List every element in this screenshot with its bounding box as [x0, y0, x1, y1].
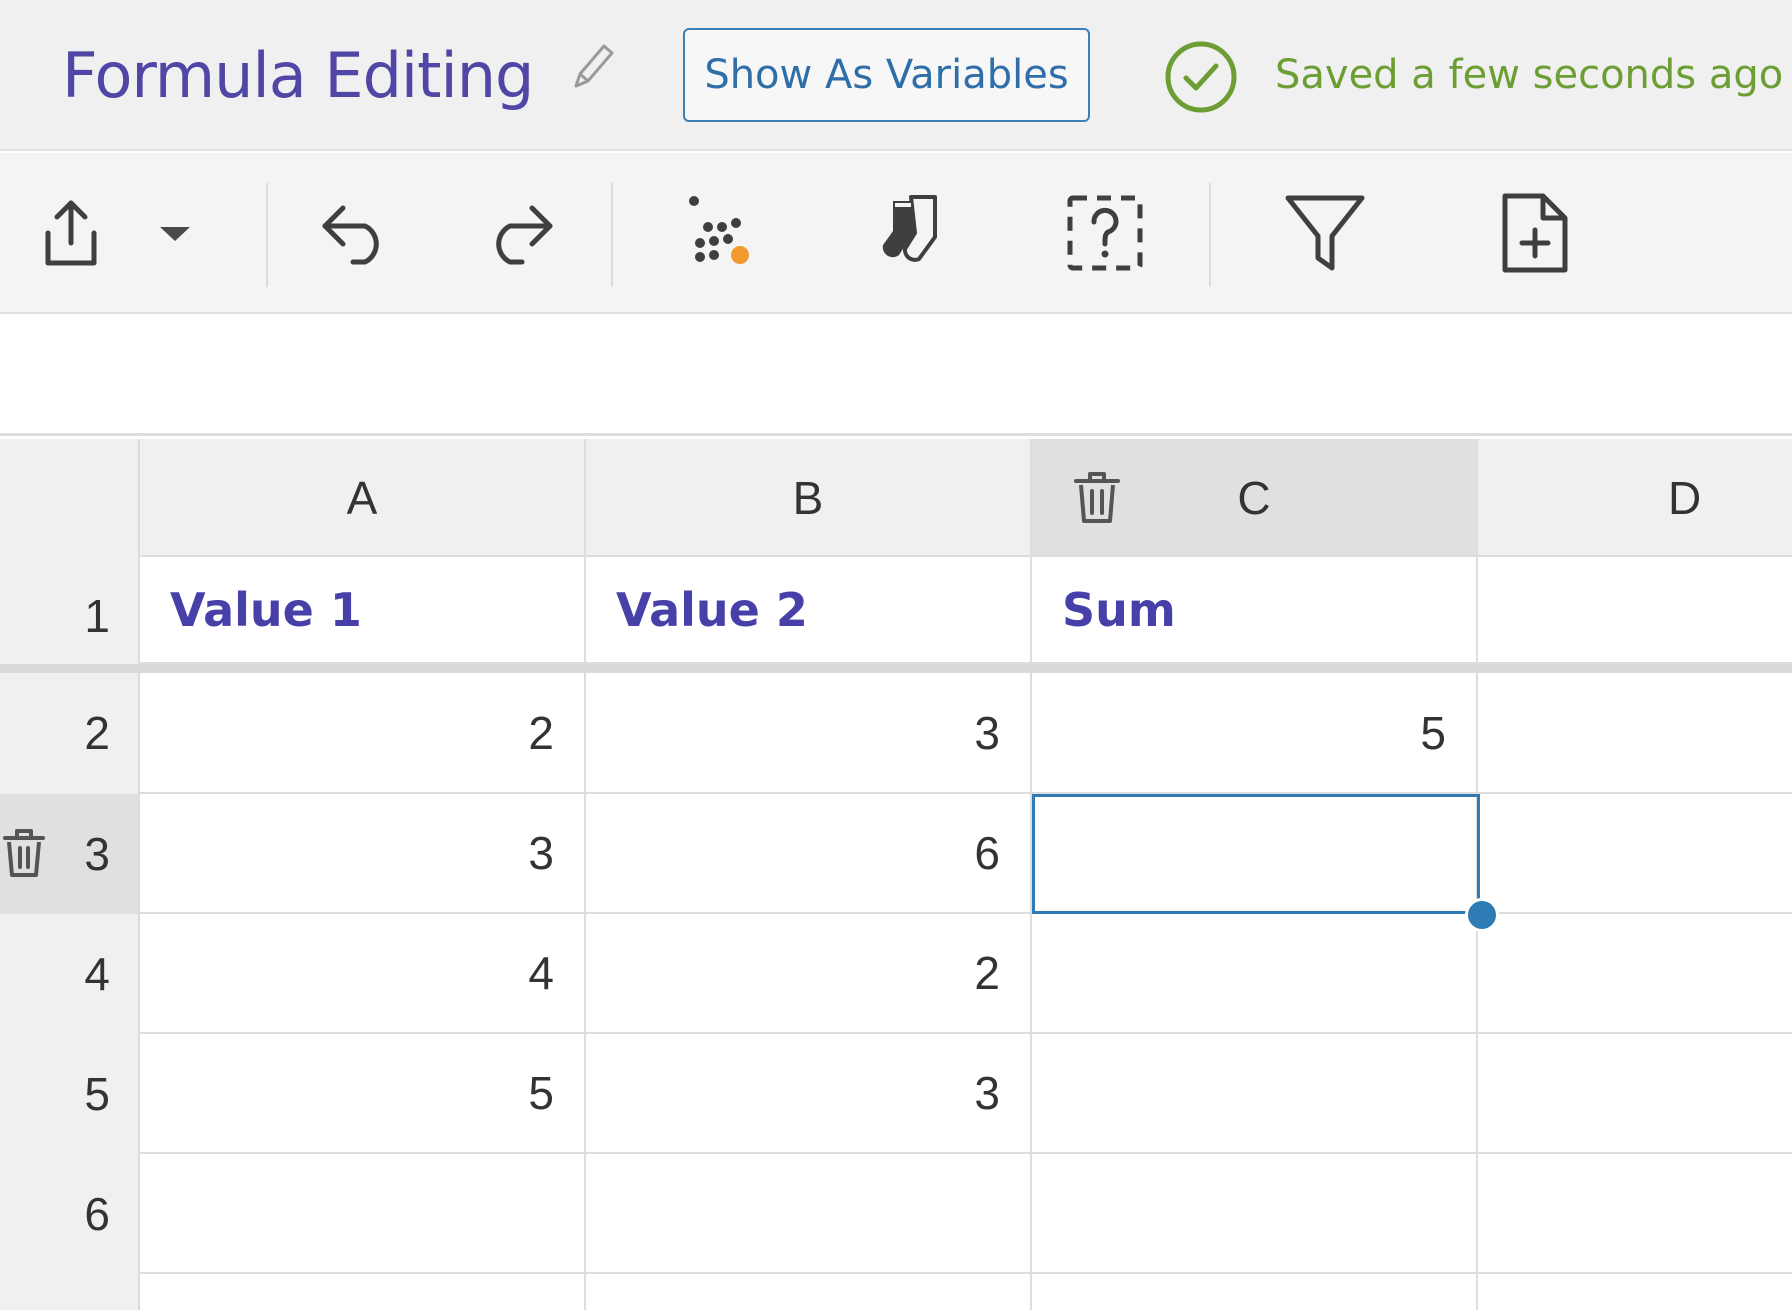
show-as-variables-button[interactable]: Show As Variables — [683, 28, 1090, 122]
save-status-text: Saved a few seconds ago — [1275, 52, 1784, 98]
formula-bar[interactable] — [0, 316, 1792, 436]
app-header: Formula Editing Show As Variables Saved … — [0, 0, 1792, 151]
spreadsheet-grid: A B C D 1 2 3 4 5 6 Value 1 Value 2 Sum … — [0, 439, 1792, 1310]
cell-a7[interactable] — [140, 1274, 586, 1310]
column-header-a[interactable]: A — [140, 439, 586, 557]
page-title[interactable]: Formula Editing — [62, 36, 534, 116]
fill-handle[interactable] — [1465, 898, 1499, 932]
redo-icon — [496, 205, 553, 265]
cell-a3[interactable]: 3 — [140, 794, 586, 914]
cell-d1[interactable] — [1478, 557, 1792, 664]
filter-button[interactable] — [1280, 193, 1370, 273]
redo-button[interactable] — [480, 193, 560, 273]
cell-d5[interactable] — [1478, 1034, 1792, 1154]
column-header-b[interactable]: B — [586, 439, 1032, 557]
cell-b3[interactable]: 6 — [586, 794, 1032, 914]
cell-a6[interactable] — [140, 1154, 586, 1274]
cell-c6[interactable] — [1032, 1154, 1478, 1274]
cell-a2[interactable]: 2 — [140, 673, 586, 794]
cell-b2[interactable]: 3 — [586, 673, 1032, 794]
help-button[interactable] — [1065, 193, 1145, 273]
row-header-5[interactable]: 5 — [0, 1034, 140, 1154]
cell-c5[interactable] — [1032, 1034, 1478, 1154]
toolbar-divider — [611, 183, 613, 287]
column-header-d[interactable]: D — [1478, 439, 1792, 557]
undo-button[interactable] — [315, 193, 395, 273]
toolbar — [0, 153, 1792, 314]
row-header-6[interactable]: 6 — [0, 1154, 140, 1310]
filter-icon — [1285, 195, 1365, 271]
row-header-4[interactable]: 4 — [0, 914, 140, 1034]
cell-c1[interactable]: Sum — [1032, 557, 1478, 664]
toolbar-divider — [1209, 183, 1211, 287]
frozen-row-divider[interactable] — [0, 664, 1792, 673]
cell-c2[interactable]: 5 — [1032, 673, 1478, 794]
new-file-button[interactable] — [1495, 193, 1575, 273]
delete-row-trash-icon[interactable] — [2, 827, 46, 879]
column-header-c-label: C — [1237, 472, 1271, 524]
row-header-2[interactable]: 2 — [0, 673, 140, 794]
scatter-button[interactable] — [675, 193, 765, 273]
cell-b7[interactable] — [586, 1274, 1032, 1310]
cell-b4[interactable]: 2 — [586, 914, 1032, 1034]
socks-button[interactable] — [870, 193, 960, 273]
row-header-1[interactable]: 1 — [0, 557, 140, 664]
cell-b6[interactable] — [586, 1154, 1032, 1274]
question-box-icon — [1067, 195, 1143, 271]
export-icon — [45, 200, 97, 266]
cell-d6[interactable] — [1478, 1154, 1792, 1274]
cell-c7[interactable] — [1032, 1274, 1478, 1310]
export-button[interactable] — [36, 193, 106, 273]
cell-a5[interactable]: 5 — [140, 1034, 586, 1154]
socks-icon — [882, 195, 937, 262]
toolbar-divider — [266, 183, 268, 287]
cell-c4[interactable] — [1032, 914, 1478, 1034]
cell-b1[interactable]: Value 2 — [586, 557, 1032, 664]
pencil-edit-icon[interactable] — [570, 40, 618, 94]
export-dropdown-button[interactable] — [150, 193, 200, 273]
cell-d3[interactable] — [1478, 794, 1792, 914]
undo-icon — [322, 205, 379, 265]
active-cell-selection — [1032, 794, 1480, 914]
grid-corner[interactable] — [0, 439, 140, 557]
chevron-down-icon — [160, 227, 190, 241]
cell-d7[interactable] — [1478, 1274, 1792, 1310]
new-file-icon — [1502, 193, 1568, 273]
check-circle-icon — [1165, 41, 1237, 113]
cell-b5[interactable]: 3 — [586, 1034, 1032, 1154]
cell-a1[interactable]: Value 1 — [140, 557, 586, 664]
cell-d4[interactable] — [1478, 914, 1792, 1034]
cell-a4[interactable]: 4 — [140, 914, 586, 1034]
scatter-dots-icon — [689, 196, 749, 264]
delete-column-trash-icon[interactable] — [1072, 469, 1122, 527]
cell-d2[interactable] — [1478, 673, 1792, 794]
